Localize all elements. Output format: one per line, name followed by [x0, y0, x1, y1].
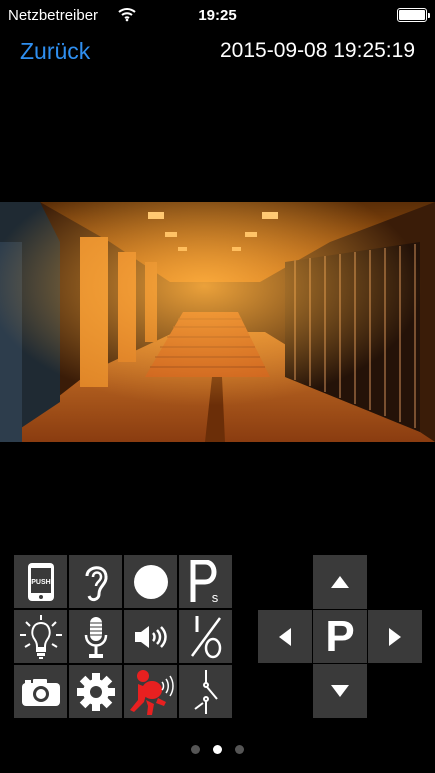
ptz-left-button[interactable] [258, 610, 312, 663]
speaker-button[interactable] [124, 610, 177, 663]
snapshot-camera-icon [21, 678, 60, 706]
relay-switch-button[interactable] [179, 665, 232, 718]
push-phone-icon: PUSH [27, 562, 54, 601]
page-dot-2[interactable] [213, 745, 222, 754]
parking-s-icon: s [190, 559, 218, 604]
snapshot-button[interactable] [14, 665, 67, 718]
microphone-icon [84, 616, 107, 658]
nav-bar: Zurück 2015-09-08 19:25:19 [0, 30, 435, 74]
arrow-left-icon [279, 627, 291, 646]
page-dot-3[interactable] [235, 745, 244, 754]
alarm-button[interactable] [124, 665, 177, 718]
status-bar: Netzbetreiber 19:25 [0, 0, 435, 30]
arrow-down-icon [331, 685, 349, 697]
relay-switch-icon [193, 669, 218, 714]
light-bulb-icon [19, 614, 62, 659]
arrow-up-icon [331, 576, 349, 588]
burglar-alarm-icon [129, 669, 174, 715]
switch-io-icon [190, 615, 221, 658]
switch-io-button[interactable] [179, 610, 232, 663]
light-button[interactable] [14, 610, 67, 663]
speaker-icon [134, 625, 167, 648]
ear-listen-icon [85, 565, 108, 601]
page-dot-1[interactable] [191, 745, 200, 754]
ptz-preset-button[interactable]: P [313, 610, 367, 663]
settings-gear-icon [76, 672, 115, 711]
listen-button[interactable] [69, 555, 122, 608]
battery-icon [397, 8, 430, 22]
push-phone-button[interactable]: PUSH [14, 555, 67, 608]
svg-text:s: s [211, 590, 218, 604]
status-time: 19:25 [198, 7, 237, 24]
push-label: PUSH [31, 579, 50, 586]
camera-live-image[interactable] [0, 202, 435, 442]
back-button[interactable]: Zurück [20, 38, 90, 65]
ptz-down-button[interactable] [313, 664, 367, 718]
ptz-center-label: P [325, 611, 355, 661]
control-grid: PUSH s [14, 555, 232, 718]
ptz-right-button[interactable] [368, 610, 422, 663]
camera-timestamp: 2015-09-08 19:25:19 [220, 39, 415, 62]
record-icon [133, 564, 168, 599]
ptz-up-button[interactable] [313, 555, 367, 609]
settings-button[interactable] [69, 665, 122, 718]
page-indicator[interactable] [0, 745, 435, 757]
microphone-button[interactable] [69, 610, 122, 663]
arrow-right-icon [389, 627, 401, 646]
record-button[interactable] [124, 555, 177, 608]
parking-s-button[interactable]: s [179, 555, 232, 608]
